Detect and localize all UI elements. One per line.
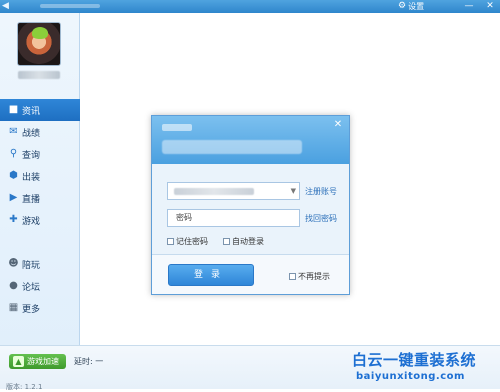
dialog-title-blurred [162,124,192,131]
dialog-footer: 登录 不再提示 [152,254,349,294]
checkbox-box[interactable] [167,238,174,245]
play-icon: ▶ [9,192,18,203]
sidebar-item-label: 更多 [22,304,41,315]
sidebar-item-label: 陪玩 [22,260,41,271]
accelerate-label: 游戏加速 [27,357,59,366]
dialog-banner-blurred [162,140,302,154]
sidebar-item-record[interactable]: ✉ 战绩 [0,121,80,143]
remember-password-checkbox[interactable]: 记住密码 [167,236,208,247]
grid-icon: ▦ [8,302,19,313]
accelerate-icon: ▲ [13,356,24,367]
sidebar-item-label: 论坛 [22,282,41,293]
sidebar-item-label: 直播 [22,194,41,205]
sidebar-item-label: 资讯 [22,106,41,117]
no-remind-label: 不再提示 [298,272,330,281]
avatar[interactable] [17,22,61,66]
password-placeholder: 密码 [176,213,192,222]
sidebar-item-forum[interactable]: ● 论坛 [0,275,80,297]
chevron-down-icon[interactable]: ▼ [291,183,296,199]
sidebar: ■ 资讯 ✉ 战绩 ⚲ 查询 ⬢ 出装 ▶ 直播 ✚ 游戏 ☻ 陪玩 ● 论坛 … [0,13,80,389]
login-button[interactable]: 登录 [168,264,254,286]
chat-icon: ● [9,280,18,291]
minimize-icon[interactable]: — [462,0,476,13]
sidebar-item-games[interactable]: ✚ 游戏 [0,209,80,231]
register-link[interactable]: 注册账号 [305,186,337,197]
auto-login-checkbox[interactable]: 自动登录 [223,236,264,247]
dialog-header: ✕ [152,116,349,164]
sidebar-item-news[interactable]: ■ 资讯 [0,99,80,121]
news-icon: ■ [8,104,19,115]
equipment-icon: ⬢ [9,170,18,181]
settings-label: 设置 [408,2,425,11]
sidebar-nav-secondary: ☻ 陪玩 ● 论坛 ▦ 更多 [0,253,80,319]
remember-password-label: 记住密码 [176,237,208,246]
latency-text: 延时: 一 [74,357,104,366]
password-field[interactable]: 密码 [167,209,300,227]
sidebar-item-label: 查询 [22,150,41,161]
users-icon: ☻ [8,258,19,269]
gear-icon: ⚙ [398,1,407,11]
game-accelerate-button[interactable]: ▲ 游戏加速 [9,354,66,369]
account-field[interactable]: ▼ [167,182,300,200]
account-value-blurred [174,188,254,195]
checkbox-box[interactable] [223,238,230,245]
watermark-cn: 白云一键重装系统 [352,351,477,369]
sidebar-item-label: 游戏 [22,216,41,227]
sidebar-item-live[interactable]: ▶ 直播 [0,187,80,209]
app-logo-icon: ◀ [2,1,9,11]
watermark: 白云一键重装系统 baiyunxitong.com [338,343,498,387]
close-icon[interactable]: ✕ [483,0,497,13]
sidebar-nav: ■ 资讯 ✉ 战绩 ⚲ 查询 ⬢ 出装 ▶ 直播 ✚ 游戏 [0,99,80,231]
record-icon: ✉ [9,126,18,137]
version-text: 版本: 1.2.1 [6,383,43,391]
sidebar-item-companion[interactable]: ☻ 陪玩 [0,253,80,275]
auto-login-label: 自动登录 [232,237,264,246]
settings-button[interactable]: ⚙ 设置 [398,0,424,13]
sidebar-item-search[interactable]: ⚲ 查询 [0,143,80,165]
gamepad-icon: ✚ [9,214,18,225]
watermark-en: baiyunxitong.com [356,371,465,382]
title-bar: ◀ ⚙ 设置 — ✕ [0,0,500,13]
app-title-blurred [40,4,100,8]
avatar-hair [32,27,48,39]
sidebar-item-label: 出装 [22,172,41,183]
no-remind-checkbox[interactable]: 不再提示 [289,271,330,282]
sidebar-item-label: 战绩 [22,128,41,139]
search-icon: ⚲ [9,148,18,159]
recover-password-link[interactable]: 找回密码 [305,213,337,224]
close-icon[interactable]: ✕ [332,119,344,131]
username-blurred [18,71,60,79]
checkbox-box[interactable] [289,273,296,280]
sidebar-item-more[interactable]: ▦ 更多 [0,297,80,319]
sidebar-item-equipment[interactable]: ⬢ 出装 [0,165,80,187]
login-dialog: ✕ ▼ 注册账号 密码 找回密码 记住密码 自动登录 登录 不再提示 [151,115,350,295]
